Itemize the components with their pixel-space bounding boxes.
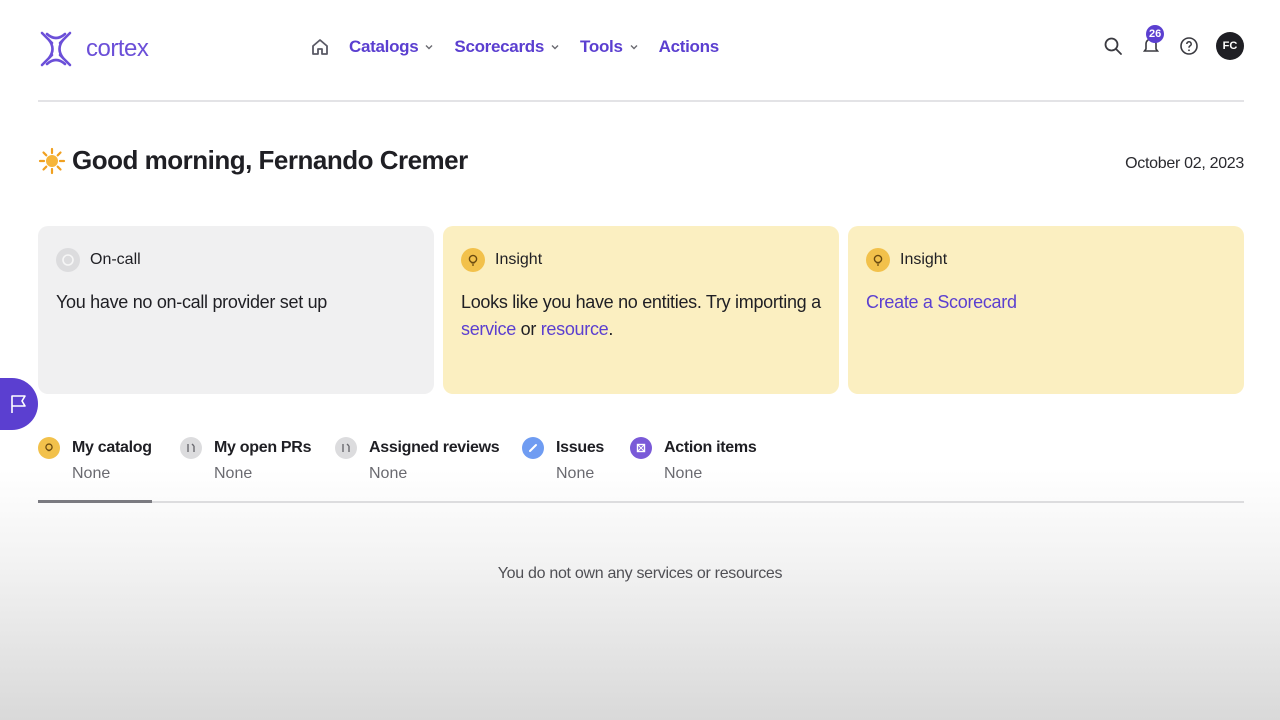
- chevron-down-icon: [630, 45, 638, 50]
- main-nav: Catalogs Scorecards Tools Actions: [310, 36, 739, 58]
- card-header: Insight: [866, 248, 1226, 272]
- user-avatar[interactable]: FC: [1216, 32, 1244, 60]
- card-body: Looks like you have no entities. Try imp…: [461, 289, 821, 343]
- pull-request-icon: [335, 437, 357, 459]
- create-scorecard-link[interactable]: Create a Scorecard: [866, 292, 1017, 312]
- card-type-label: Insight: [900, 251, 948, 268]
- issue-icon: [522, 437, 544, 459]
- tab-value: None: [556, 465, 595, 482]
- tab-label: My open PRs: [214, 439, 312, 456]
- bulb-icon: [38, 437, 60, 459]
- empty-state-message: You do not own any services or resources: [497, 565, 783, 582]
- action-icon: [630, 437, 652, 459]
- chevron-down-icon: [551, 45, 559, 50]
- tab-label: Issues: [556, 439, 605, 456]
- tab-label: Assigned reviews: [369, 439, 500, 456]
- card-body-text: or: [515, 319, 541, 339]
- nav-scorecards-label: Scorecards: [454, 37, 545, 56]
- tab-value: None: [369, 465, 408, 482]
- tab-value: None: [72, 465, 111, 482]
- oncall-card: On-call You have no on-call provider set…: [38, 226, 434, 394]
- tab-action-items[interactable]: Action items None: [630, 437, 757, 485]
- nav-tools[interactable]: Tools: [580, 37, 639, 57]
- tab-assigned-reviews[interactable]: Assigned reviews None: [335, 437, 500, 485]
- help-icon[interactable]: [1178, 35, 1200, 57]
- notification-badge: 26: [1146, 25, 1165, 43]
- tab-issues[interactable]: Issues None: [522, 437, 604, 485]
- service-link[interactable]: service: [461, 319, 516, 339]
- cortex-logo-icon: [40, 31, 72, 67]
- greeting: Good morning, Fernando Cremer: [38, 145, 468, 176]
- header-actions: 26 FC: [1102, 25, 1244, 60]
- card-type-label: On-call: [90, 251, 141, 268]
- card-type-label: Insight: [495, 251, 543, 268]
- tab-value: None: [664, 465, 703, 482]
- tab-label: Action items: [664, 439, 757, 456]
- insight-card-entities: Insight Looks like you have no entities.…: [443, 226, 839, 394]
- flag-icon: [11, 395, 26, 413]
- card-header: Insight: [461, 248, 821, 272]
- dashboard-tabs: My catalog None My open PRs None Assigne…: [38, 437, 1244, 503]
- tab-my-open-prs[interactable]: My open PRs None: [180, 437, 311, 485]
- chevron-down-icon: [425, 45, 433, 50]
- card-body: Create a Scorecard: [866, 289, 1226, 316]
- feedback-flag-tab[interactable]: [0, 378, 38, 430]
- home-icon[interactable]: [310, 36, 330, 58]
- top-header: cortex Catalogs Scorecards Tools Actions…: [38, 25, 1244, 72]
- nav-catalogs-label: Catalogs: [349, 37, 419, 56]
- cortex-logo[interactable]: cortex: [38, 28, 149, 70]
- tab-label: My catalog: [72, 439, 152, 456]
- nav-actions-label: Actions: [658, 37, 720, 56]
- bulb-icon: [866, 248, 890, 272]
- card-body: You have no on-call provider set up: [56, 292, 328, 312]
- greeting-text: Good morning, Fernando Cremer: [72, 145, 468, 175]
- oncall-icon: [56, 248, 80, 272]
- tab-my-catalog[interactable]: My catalog None: [38, 437, 152, 485]
- card-body-text: Looks like you have no entities. Try imp…: [461, 292, 821, 312]
- nav-actions[interactable]: Actions: [658, 37, 720, 57]
- search-icon[interactable]: [1102, 35, 1124, 57]
- sun-icon: [38, 147, 66, 174]
- card-header: On-call: [56, 248, 416, 272]
- pull-request-icon: [180, 437, 202, 459]
- logo-text: cortex: [86, 35, 149, 62]
- insight-card-scorecard: Insight Create a Scorecard: [848, 226, 1244, 394]
- current-date: October 02, 2023: [1125, 155, 1244, 172]
- notifications-icon[interactable]: 26: [1140, 25, 1165, 57]
- tab-value: None: [214, 465, 253, 482]
- resource-link[interactable]: resource: [541, 319, 609, 339]
- nav-scorecards[interactable]: Scorecards: [454, 37, 560, 57]
- insight-cards: On-call You have no on-call provider set…: [38, 226, 1244, 394]
- bulb-icon: [461, 248, 485, 272]
- nav-tools-label: Tools: [580, 37, 623, 56]
- active-tab-indicator: [38, 500, 152, 503]
- card-body-text: .: [608, 319, 614, 339]
- header-divider: [38, 100, 1244, 102]
- nav-catalogs[interactable]: Catalogs: [349, 37, 434, 57]
